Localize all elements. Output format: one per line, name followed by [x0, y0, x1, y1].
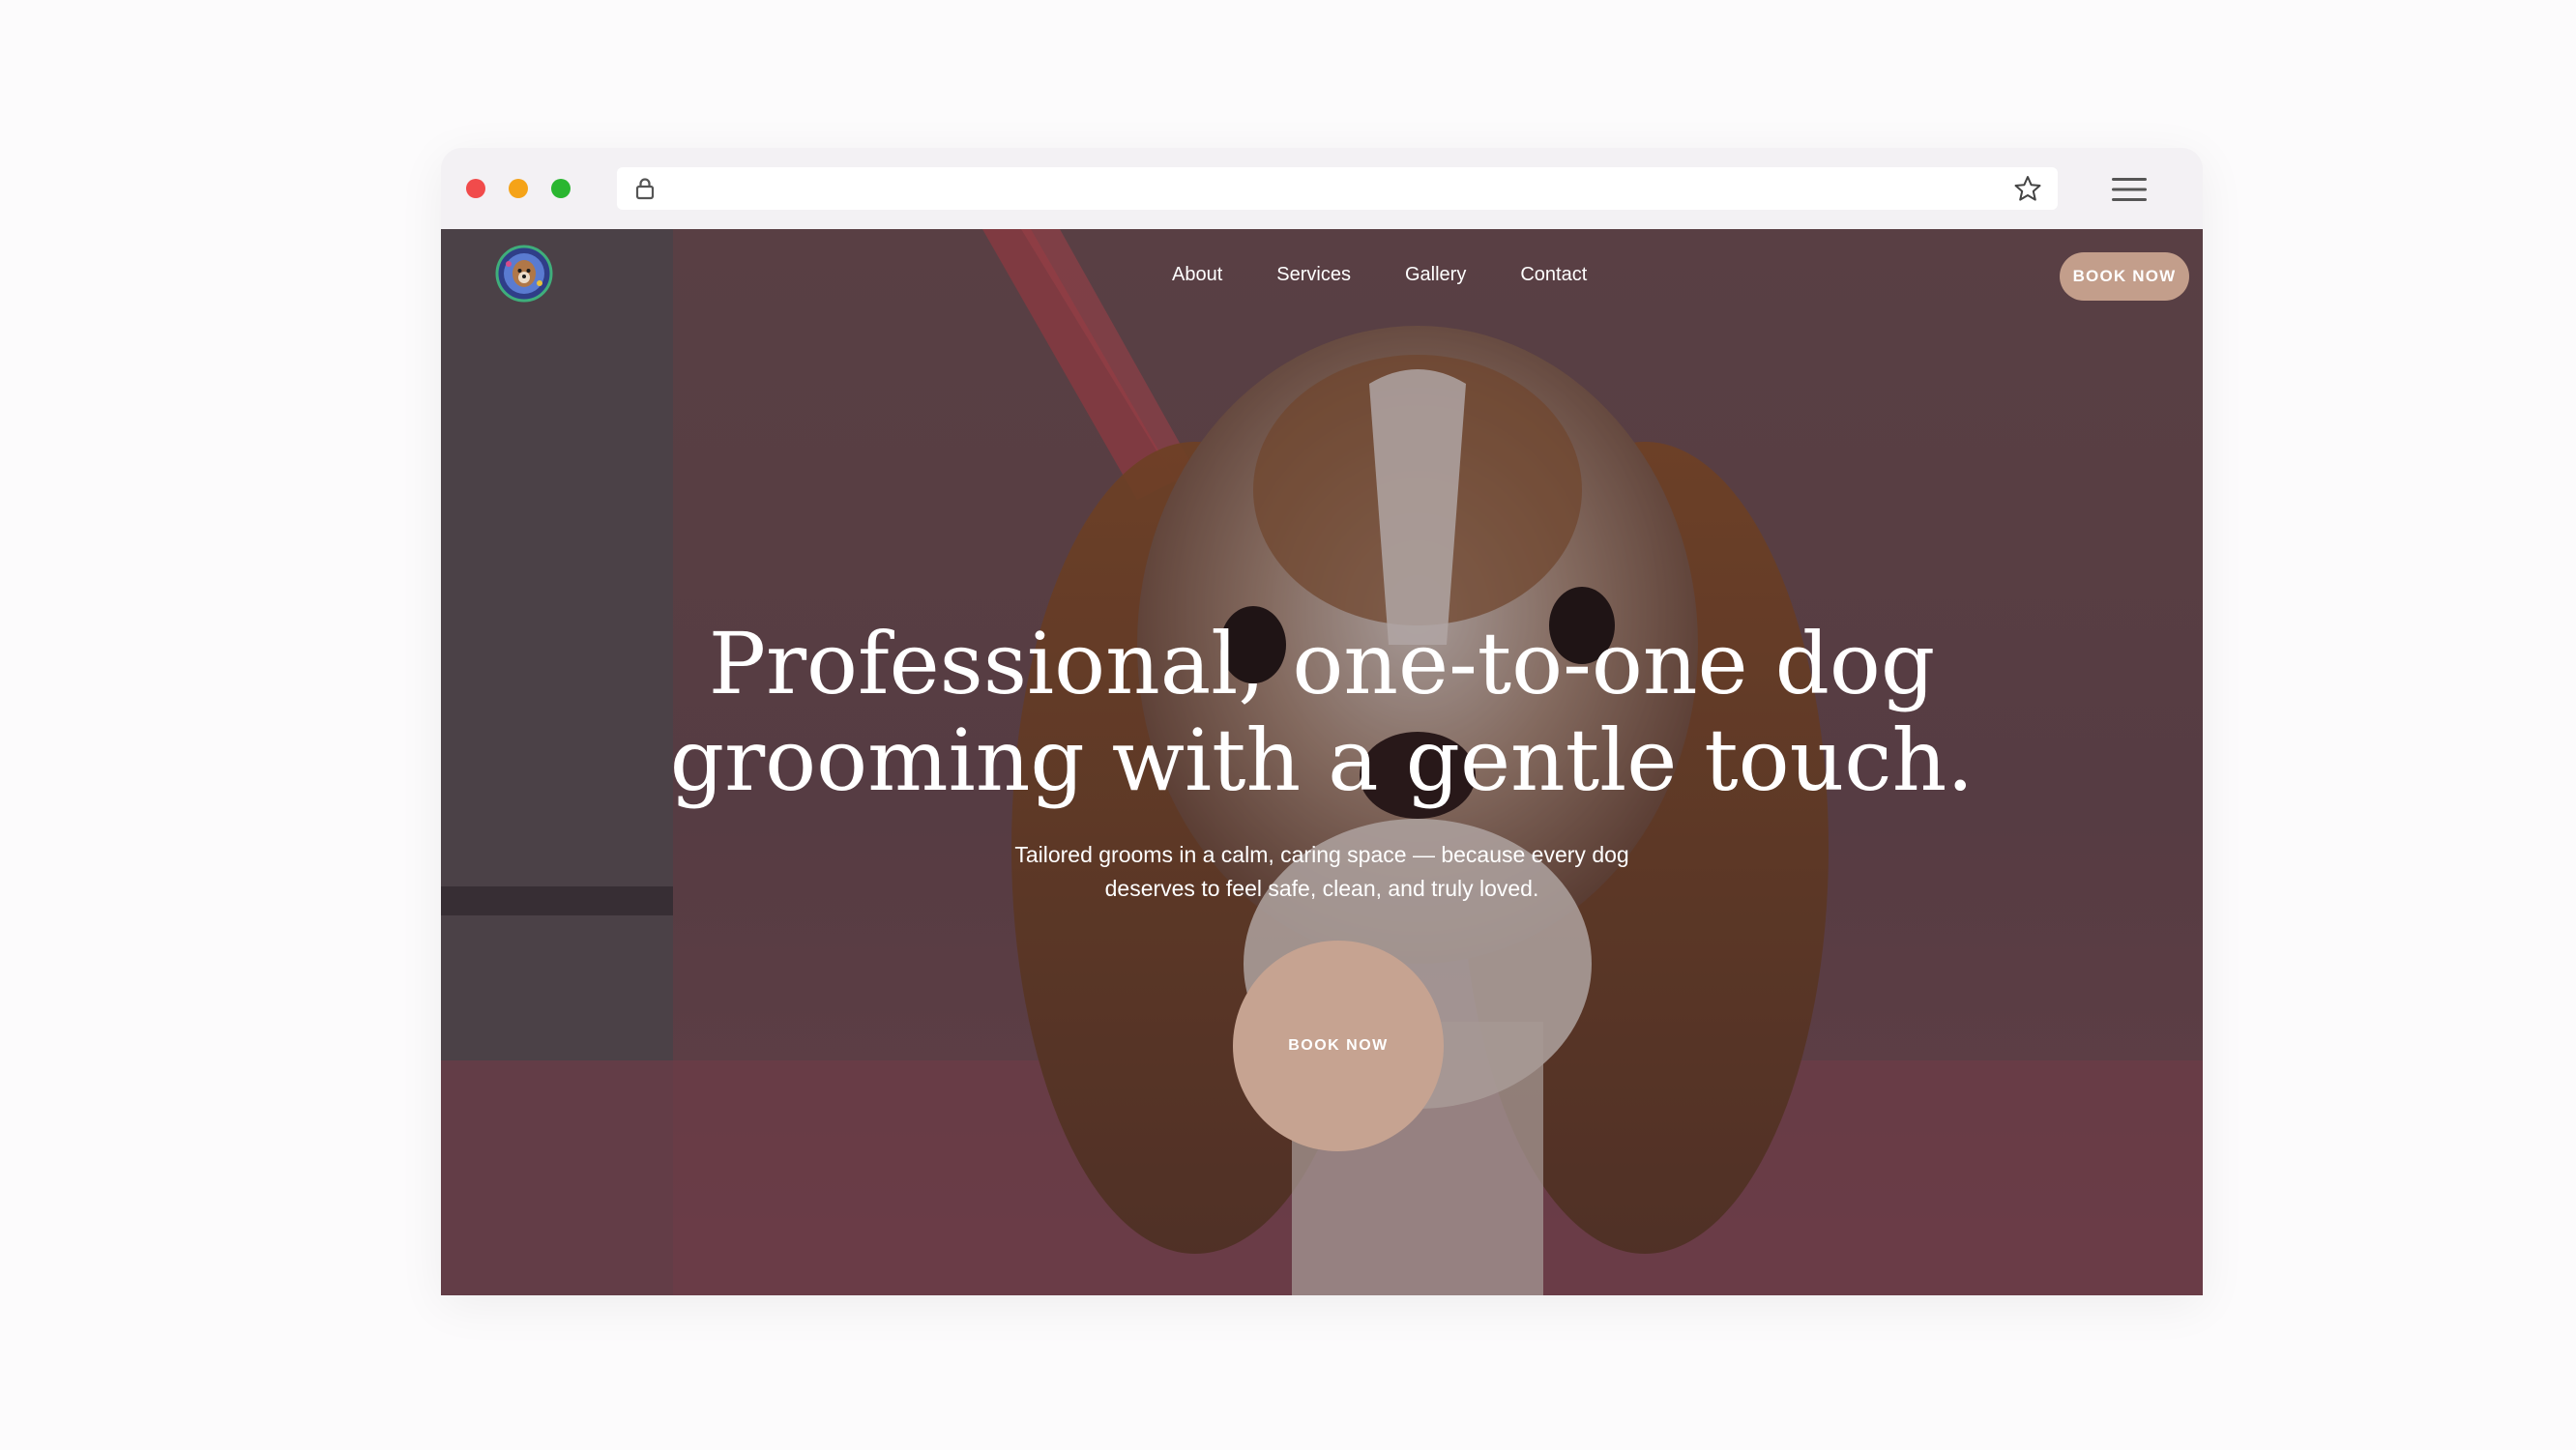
nav-link-gallery[interactable]: Gallery	[1378, 256, 1493, 295]
hero-headline-line-2: grooming with a gentle touch.	[669, 710, 1975, 810]
browser-toolbar	[441, 148, 2203, 229]
brand-logo[interactable]	[495, 245, 553, 303]
hero-headline: Professional, one-to-one dog grooming wi…	[634, 616, 2009, 809]
header-book-now-button[interactable]: BOOK NOW	[2060, 252, 2189, 301]
main-navigation: About Services Gallery Contact	[1145, 256, 1614, 295]
hero-subtext: Tailored grooms in a calm, caring space …	[982, 838, 1661, 906]
address-bar[interactable]	[617, 167, 2058, 210]
hero-book-now-button[interactable]: BOOK NOW	[1233, 941, 1444, 1151]
close-window-button[interactable]	[466, 179, 485, 198]
hamburger-menu-icon[interactable]	[2112, 177, 2147, 207]
nav-link-contact[interactable]: Contact	[1493, 256, 1614, 295]
browser-window: About Services Gallery Contact BOOK NOW …	[441, 148, 2203, 1295]
lock-icon	[634, 177, 656, 205]
maximize-window-button[interactable]	[551, 179, 571, 198]
hero-subtext-line-2: deserves to feel safe, clean, and truly …	[1104, 876, 1539, 901]
bookmark-star-icon[interactable]	[2013, 175, 2042, 207]
hero-subtext-line-1: Tailored grooms in a calm, caring space …	[1014, 842, 1629, 867]
nav-link-services[interactable]: Services	[1249, 256, 1378, 295]
nav-link-about[interactable]: About	[1145, 256, 1249, 295]
minimize-window-button[interactable]	[509, 179, 528, 198]
website-viewport: About Services Gallery Contact BOOK NOW …	[441, 229, 2203, 1295]
hero-headline-line-1: Professional, one-to-one dog	[708, 614, 1936, 713]
